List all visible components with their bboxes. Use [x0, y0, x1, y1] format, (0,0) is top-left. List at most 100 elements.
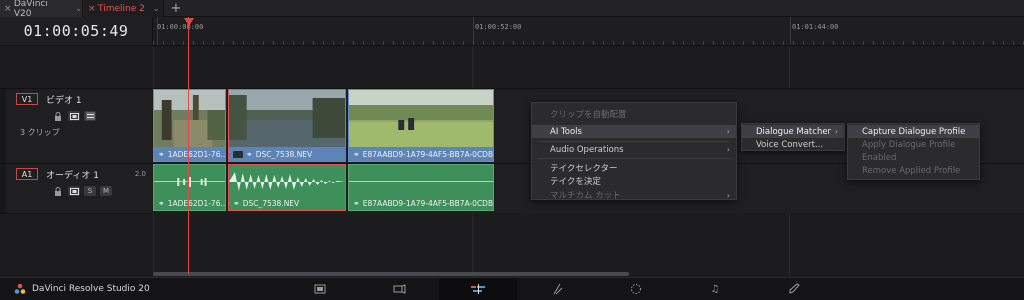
deliver-page-button[interactable]	[755, 278, 833, 300]
menu-item-label: Capture Dialogue Profile	[862, 126, 966, 137]
ruler-minor-ticks	[153, 41, 1024, 45]
menu-item-apply-dialogue-profile[interactable]: Apply Dialogue Profile	[848, 138, 979, 151]
timecode-panel: 01:00:05:49	[0, 17, 152, 46]
mute-button[interactable]: M	[100, 186, 112, 196]
link-icon: ⚭	[158, 149, 165, 159]
playhead-line[interactable]	[188, 17, 189, 274]
playhead-handle[interactable]	[184, 18, 194, 26]
menu-item-label: Audio Operations	[550, 144, 624, 155]
disable-video-icon[interactable]	[84, 111, 96, 121]
chevron-down-icon[interactable]: ⌄	[75, 4, 82, 13]
clip-name: E87AABD9-1A79-4AF5-BB7A-0CDB1...	[362, 198, 493, 208]
track-id-a1[interactable]: A1	[16, 168, 38, 180]
video-clip-selected[interactable]: ⚭ DSC_7538.NEV	[228, 89, 346, 162]
clip-name: 1ADE62D1-76...	[167, 198, 225, 208]
auto-select-icon[interactable]	[68, 186, 80, 196]
davinci-logo-icon	[14, 283, 26, 294]
chevron-right-icon: ›	[726, 127, 730, 136]
track-id-v1[interactable]: V1	[16, 93, 38, 105]
edit-page-icon	[471, 284, 485, 294]
menu-item-auto-arrange[interactable]: クリップを自動配置	[532, 107, 736, 120]
chevron-down-icon[interactable]: ⌄	[153, 4, 160, 13]
timecode-display[interactable]: 01:00:05:49	[24, 22, 129, 40]
track-name-v1[interactable]: ビデオ 1	[46, 93, 82, 106]
clip-name: E87AABD9-1A79-4AF5-BB7A-0CDB1...	[362, 149, 493, 159]
media-page-button[interactable]	[281, 278, 359, 300]
tab-label: Timeline 2	[98, 3, 145, 14]
menu-item-label: Enabled	[862, 152, 897, 163]
tab-timeline-2[interactable]: × Timeline 2 ⌄	[84, 0, 164, 17]
menu-item-label: テイクセレクター	[550, 163, 618, 174]
clip-label: ⚭ DSC_7538.NEV	[229, 196, 345, 210]
track-header-a1: A1 オーディオ 1 2.0 S M	[0, 163, 152, 214]
track-name-a1[interactable]: オーディオ 1	[46, 168, 99, 181]
menu-item-finalize-take[interactable]: テイクを決定	[532, 174, 736, 187]
clip-count: 3 クリップ	[20, 128, 60, 137]
audio-clip[interactable]: ⚭ 1ADE62D1-76...	[153, 164, 226, 211]
auto-select-icon[interactable]	[68, 111, 80, 121]
cut-page-button[interactable]	[360, 278, 438, 300]
fusion-page-button[interactable]	[518, 278, 596, 300]
track-controls-v1	[52, 111, 96, 121]
video-clip[interactable]: ⚭ E87AABD9-1A79-4AF5-BB7A-0CDB1...	[348, 89, 494, 162]
clip-label: ⚭ DSC_7538.NEV	[229, 147, 345, 161]
menu-item-dialogue-matcher[interactable]: Dialogue Matcher ›	[742, 125, 844, 138]
horizontal-scrollbar[interactable]	[153, 272, 629, 276]
lock-icon[interactable]	[52, 111, 64, 121]
menu-item-capture-dialogue-profile[interactable]: Capture Dialogue Profile	[848, 125, 979, 138]
menu-item-remove-applied-profile[interactable]: Remove Applied Profile	[848, 164, 979, 177]
menu-item-audio-operations[interactable]: Audio Operations ›	[532, 143, 736, 156]
menu-item-enabled[interactable]: Enabled	[848, 151, 979, 164]
ruler-tick-label: 01:00:00:00	[157, 23, 204, 31]
video-clip[interactable]: ⚭ 1ADE62D1-76...	[153, 89, 226, 162]
audio-clip[interactable]: ⚭ E87AABD9-1A79-4AF5-BB7A-0CDB1...	[348, 164, 494, 211]
menu-item-take-selector[interactable]: テイクセレクター	[532, 161, 736, 174]
clip-thumbnail	[349, 90, 493, 147]
close-icon[interactable]: ×	[4, 4, 14, 14]
audio-waveform	[154, 177, 225, 187]
chevron-right-icon: ›	[726, 145, 730, 154]
track-header-v1: V1 ビデオ 1 3 クリップ	[0, 88, 152, 164]
menu-item-label: Apply Dialogue Profile	[862, 139, 956, 150]
solo-button[interactable]: S	[84, 186, 96, 196]
menu-item-label: テイクを決定	[550, 176, 601, 187]
chevron-right-icon: ›	[834, 127, 838, 136]
clip-name: 1ADE62D1-76...	[167, 149, 225, 159]
clip-label: ⚭ E87AABD9-1A79-4AF5-BB7A-0CDB1...	[349, 147, 493, 161]
track-channel-label: 2.0	[134, 170, 146, 178]
menu-item-label: AI Tools	[550, 126, 582, 137]
track-edge	[0, 89, 6, 164]
close-icon[interactable]: ×	[88, 4, 98, 14]
clip-label: ⚭ E87AABD9-1A79-4AF5-BB7A-0CDB1...	[349, 196, 493, 210]
menu-item-voice-convert[interactable]: Voice Convert...	[742, 138, 844, 151]
tab-davinci-v20[interactable]: × DaVinci V20 ⌄	[0, 0, 83, 19]
brand: DaVinci Resolve Studio 20	[14, 283, 150, 295]
fairlight-page-button[interactable]: ♫	[676, 278, 754, 300]
link-icon: ⚭	[353, 198, 360, 208]
track-header-empty	[0, 213, 152, 277]
audio-clip-selected[interactable]: ⚭ DSC_7538.NEV	[228, 164, 346, 211]
media-page-icon	[314, 284, 326, 294]
link-icon: ⚭	[233, 198, 240, 208]
menu-item-ai-tools[interactable]: AI Tools ›	[532, 125, 736, 138]
cut-page-icon	[393, 284, 406, 294]
menu-item-label: Remove Applied Profile	[862, 165, 961, 176]
track-edge	[0, 164, 6, 214]
clip-attribute-badge	[233, 150, 243, 158]
menu-item-label: Dialogue Matcher	[756, 126, 832, 137]
link-icon: ⚭	[246, 149, 253, 159]
clip-thumbnail	[154, 90, 225, 147]
deliver-page-icon	[789, 283, 800, 294]
link-icon: ⚭	[353, 149, 360, 159]
color-page-button[interactable]	[597, 278, 675, 300]
ruler-tick-label: 01:01:44:00	[792, 23, 839, 31]
menu-item-label: マルチカム カット	[550, 191, 621, 200]
clip-thumbnail	[229, 90, 345, 147]
tab-label: DaVinci V20	[13, 0, 48, 19]
edit-page-button[interactable]	[439, 278, 517, 300]
menu-item-multicam-cut[interactable]: マルチカム カット ›	[532, 190, 736, 201]
add-tab-button[interactable]: +	[166, 0, 186, 17]
menu-separator	[538, 158, 730, 159]
lock-icon[interactable]	[52, 186, 64, 196]
timeline-ruler[interactable]: 01:00:00:00 01:00:52:00 01:01:44:00	[152, 17, 1024, 46]
